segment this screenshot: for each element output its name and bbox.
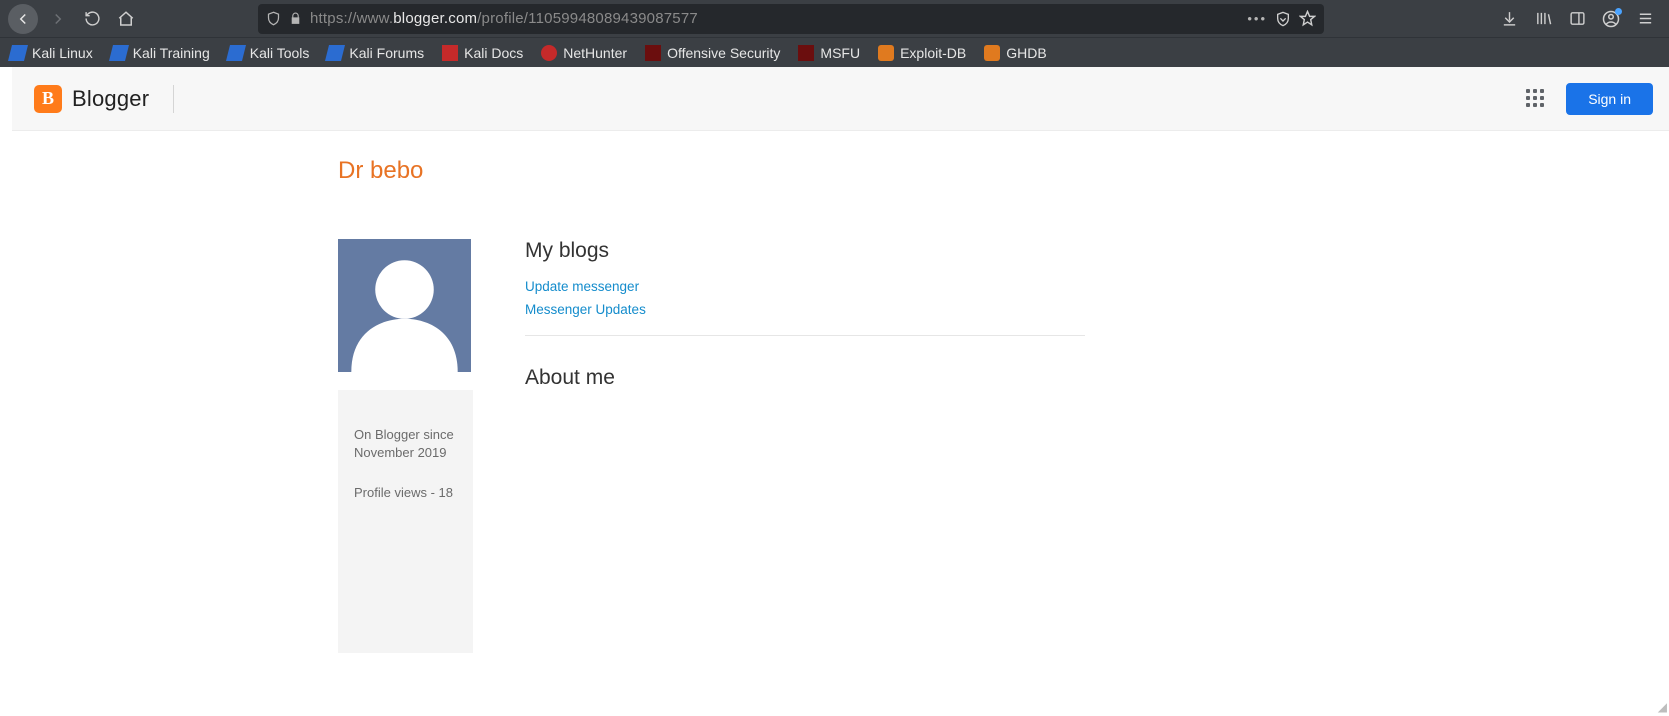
about-me-heading: About me bbox=[525, 366, 1085, 390]
url-text: https://www.blogger.com/profile/11059948… bbox=[310, 10, 1239, 27]
bookmark-item[interactable]: GHDB bbox=[984, 45, 1046, 61]
browser-nav-row: https://www.blogger.com/profile/11059948… bbox=[0, 0, 1669, 37]
reload-button[interactable] bbox=[78, 5, 106, 33]
arrow-left-icon bbox=[14, 10, 32, 28]
blogger-word: Blogger bbox=[72, 86, 149, 112]
toolbar-right-icons bbox=[1499, 9, 1661, 29]
blogger-logo[interactable]: B Blogger bbox=[34, 85, 149, 113]
stats-joined: On Blogger since November 2019 bbox=[354, 426, 457, 462]
sign-in-button[interactable]: Sign in bbox=[1566, 83, 1653, 115]
bookmark-favicon-icon bbox=[541, 45, 557, 61]
pocket-icon[interactable] bbox=[1275, 11, 1291, 27]
avatar bbox=[338, 239, 471, 372]
google-apps-button[interactable] bbox=[1526, 89, 1546, 109]
bookmark-label: NetHunter bbox=[563, 45, 627, 61]
bookmark-item[interactable]: NetHunter bbox=[541, 45, 627, 61]
bookmark-label: Exploit-DB bbox=[900, 45, 966, 61]
bookmark-favicon-icon bbox=[798, 45, 814, 61]
blogger-header: B Blogger Sign in bbox=[12, 67, 1669, 131]
back-button[interactable] bbox=[8, 4, 38, 34]
bookmarks-bar: Kali Linux Kali Training Kali Tools Kali Fo… bbox=[0, 37, 1669, 67]
my-blogs-heading: My blogs bbox=[525, 239, 1085, 263]
bookmark-label: Kali Training bbox=[133, 45, 210, 61]
url-actions: ••• bbox=[1247, 10, 1316, 27]
profile-left-column: On Blogger since November 2019 Profile v… bbox=[338, 239, 473, 653]
blog-link[interactable]: Messenger Updates bbox=[525, 302, 1085, 317]
forward-button[interactable] bbox=[44, 5, 72, 33]
bookmark-star-icon[interactable] bbox=[1299, 10, 1316, 27]
divider bbox=[525, 335, 1085, 336]
bookmark-item[interactable]: Exploit-DB bbox=[878, 45, 966, 61]
bookmark-item[interactable]: Kali Training bbox=[111, 45, 210, 61]
home-icon bbox=[117, 10, 135, 28]
blog-link[interactable]: Update messenger bbox=[525, 279, 1085, 294]
download-icon bbox=[1501, 10, 1518, 27]
bookmark-favicon-icon bbox=[442, 45, 458, 61]
bookmark-item[interactable]: Kali Forums bbox=[327, 45, 424, 61]
account-button[interactable] bbox=[1601, 9, 1621, 29]
avatar-silhouette-icon bbox=[338, 239, 471, 372]
bookmark-favicon-icon bbox=[878, 45, 894, 61]
blogger-b-icon: B bbox=[34, 85, 62, 113]
home-button[interactable] bbox=[112, 5, 140, 33]
bookmark-favicon-icon bbox=[8, 45, 28, 61]
hamburger-icon bbox=[1637, 10, 1654, 27]
bookmark-favicon-icon bbox=[109, 45, 129, 61]
profile-name: Dr bebo bbox=[338, 157, 1669, 185]
lock-icon[interactable] bbox=[289, 12, 302, 25]
sidebar-button[interactable] bbox=[1567, 9, 1587, 29]
blogger-header-right: Sign in bbox=[1526, 83, 1653, 115]
bookmark-favicon-icon bbox=[984, 45, 1000, 61]
bookmark-label: GHDB bbox=[1006, 45, 1046, 61]
url-scheme: https://www. bbox=[310, 10, 393, 27]
url-path: /profile/11059948089439087577 bbox=[477, 10, 698, 27]
bookmark-label: Offensive Security bbox=[667, 45, 780, 61]
bookmark-favicon-icon bbox=[325, 45, 345, 61]
url-host: blogger.com bbox=[393, 10, 477, 27]
bookmark-item[interactable]: Offensive Security bbox=[645, 45, 780, 61]
profile-columns: On Blogger since November 2019 Profile v… bbox=[338, 239, 1669, 653]
bookmark-item[interactable]: Kali Linux bbox=[10, 45, 93, 61]
profile-right-column: My blogs Update messenger Messenger Updat… bbox=[525, 239, 1085, 406]
app-menu-button[interactable] bbox=[1635, 9, 1655, 29]
downloads-button[interactable] bbox=[1499, 9, 1519, 29]
reload-icon bbox=[84, 10, 101, 27]
tracking-shield-icon[interactable] bbox=[266, 11, 281, 26]
address-bar[interactable]: https://www.blogger.com/profile/11059948… bbox=[258, 4, 1324, 34]
bookmark-label: Kali Forums bbox=[349, 45, 424, 61]
bookmark-label: Kali Tools bbox=[250, 45, 310, 61]
bookmark-item[interactable]: Kali Tools bbox=[228, 45, 310, 61]
more-dots-icon[interactable]: ••• bbox=[1247, 11, 1267, 26]
browser-chrome: https://www.blogger.com/profile/11059948… bbox=[0, 0, 1669, 67]
profile-stats: On Blogger since November 2019 Profile v… bbox=[338, 390, 473, 653]
bookmark-favicon-icon bbox=[645, 45, 661, 61]
bookmark-label: Kali Linux bbox=[32, 45, 93, 61]
bookmark-label: MSFU bbox=[820, 45, 860, 61]
stats-views: Profile views - 18 bbox=[354, 484, 457, 502]
sidebar-icon bbox=[1569, 10, 1586, 27]
blogs-list: Update messenger Messenger Updates bbox=[525, 279, 1085, 317]
arrow-right-icon bbox=[49, 10, 67, 28]
divider bbox=[173, 85, 174, 113]
bookmark-item[interactable]: Kali Docs bbox=[442, 45, 523, 61]
notification-dot-icon bbox=[1615, 8, 1622, 15]
bookmark-favicon-icon bbox=[226, 45, 246, 61]
bookmark-label: Kali Docs bbox=[464, 45, 523, 61]
profile-content: Dr bebo On Blogger since November 2019 P… bbox=[12, 131, 1669, 653]
bookmark-item[interactable]: MSFU bbox=[798, 45, 860, 61]
page-viewport: B Blogger Sign in Dr bebo bbox=[0, 67, 1669, 653]
resize-handle-icon: ◢ bbox=[1658, 700, 1667, 714]
library-icon bbox=[1535, 10, 1552, 27]
library-button[interactable] bbox=[1533, 9, 1553, 29]
